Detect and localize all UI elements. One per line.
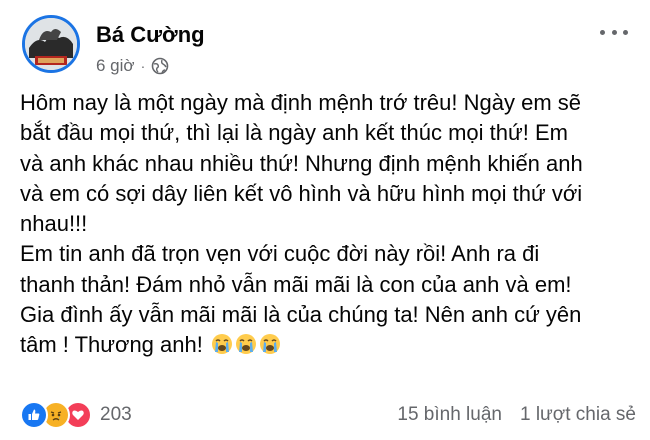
reactions-summary[interactable]: 203 (20, 401, 132, 429)
globe-icon[interactable] (151, 57, 169, 75)
post-text-line: thanh thản! Đám nhỏ vẫn mãi mãi là con c… (20, 271, 572, 297)
more-dot (600, 29, 605, 35)
post-meta: 6 giờ · (96, 56, 169, 76)
post-timestamp[interactable]: 6 giờ (96, 56, 135, 76)
more-dot (623, 29, 628, 35)
post-text-line: nhau!!! (20, 211, 88, 237)
post-text-line: tâm ! Thương anh! (20, 332, 203, 358)
avatar-image (25, 18, 77, 70)
post-text-line: và anh khác nhau nhiều thứ! Nhưng định m… (20, 150, 583, 176)
post-text-line-last: tâm ! Thương anh! (20, 330, 640, 360)
post-text: Hôm nay là một ngày mà định mệnh trớ trê… (20, 88, 640, 361)
more-options-button[interactable] (600, 24, 628, 40)
shares-count-link[interactable]: 1 lượt chia sẻ (520, 404, 636, 426)
more-dot (611, 29, 617, 35)
post-text-line: bắt đầu mọi thứ, thì lại là ngày anh kết… (20, 120, 568, 146)
comments-count-link[interactable]: 15 bình luận (397, 404, 502, 426)
post-text-line: Hôm nay là một ngày mà định mệnh trớ trê… (20, 90, 581, 115)
crying-face-emoji (211, 334, 232, 355)
like-reaction-icon (20, 401, 48, 429)
crying-face-emoji (235, 334, 256, 355)
reaction-count: 203 (100, 404, 132, 425)
post-footer: 203 15 bình luận 1 lượt chia sẻ (20, 400, 636, 430)
crying-face-emoji (259, 334, 280, 355)
post-text-line: Gia đình ấy vẫn mãi mãi là của chúng ta!… (20, 302, 582, 328)
meta-separator: · (140, 58, 146, 74)
post-text-line: Em tin anh đã trọn vẹn với cuộc đời này … (20, 241, 540, 267)
author-name[interactable]: Bá Cường (96, 22, 205, 48)
post-stats: 15 bình luận 1 lượt chia sẻ (397, 404, 636, 426)
post-text-line: và em có sợi dây liên kết vô hình và hữu… (20, 180, 583, 206)
facebook-post: Bá Cường 6 giờ · Hôm nay là một ngày mà … (0, 0, 650, 440)
author-avatar[interactable] (22, 15, 80, 73)
